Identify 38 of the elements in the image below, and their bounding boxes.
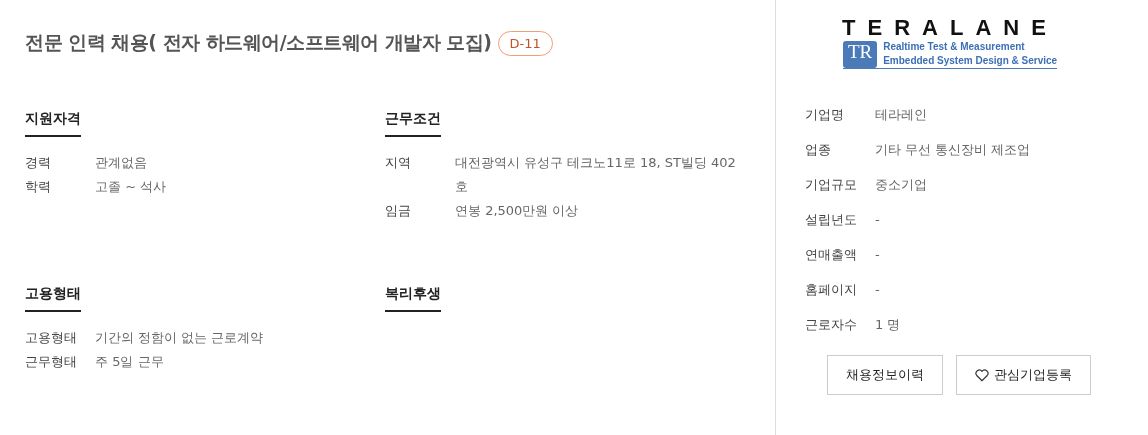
field-value: 대전광역시 유성구 테크노11로 18, ST빌딩 402호: [455, 154, 737, 196]
field-label: 고용형태: [25, 329, 78, 347]
section-heading: 복리후생: [385, 285, 441, 312]
company-label: 설립년도: [805, 211, 858, 229]
company-value: -: [875, 281, 880, 299]
company-value: -: [875, 211, 880, 229]
company-value: 중소기업: [875, 176, 927, 194]
logo-tagline: Realtime Test & Measurement: [883, 40, 1026, 54]
company-value: 기타 무선 통신장비 제조업: [875, 141, 1031, 159]
company-value: 1 명: [875, 316, 901, 334]
field-label: 학력: [25, 178, 52, 196]
heart-icon: [975, 368, 989, 382]
section-heading: 지원자격: [25, 110, 81, 137]
company-value: 테라레인: [875, 106, 927, 124]
section-heading: 근무조건: [385, 110, 441, 137]
field-label: 임금: [385, 202, 412, 220]
logo-wordmark: TERALANE: [842, 16, 1058, 40]
field-value: 관계없음: [95, 154, 148, 172]
field-value: 연봉 2,500만원 이상: [455, 202, 580, 220]
logo-mark: TR: [842, 40, 878, 68]
company-label: 연매출액: [805, 246, 858, 264]
field-label: 경력: [25, 154, 52, 172]
section-heading: 고용형태: [25, 285, 81, 312]
history-button[interactable]: 채용정보이력: [827, 355, 943, 395]
field-value: 고졸 ~ 석사: [95, 178, 168, 196]
job-title: 전문 인력 채용( 전자 하드웨어/소프트웨어 개발자 모집): [25, 30, 492, 55]
company-value: -: [875, 246, 880, 264]
field-value: 기간의 정함이 없는 근로계약: [95, 329, 265, 347]
company-label: 홈페이지: [805, 281, 858, 299]
field-value: 주 5일 근무: [95, 353, 165, 371]
logo-tagline: Embedded System Design & Service: [883, 54, 1058, 68]
company-label: 기업규모: [805, 176, 858, 194]
field-label: 근무형태: [25, 353, 78, 371]
field-label: 지역: [385, 154, 412, 172]
company-label: 기업명: [805, 106, 845, 124]
company-label: 근로자수: [805, 316, 858, 334]
favorite-button[interactable]: 관심기업등록: [956, 355, 1091, 395]
company-label: 업종: [805, 141, 832, 159]
